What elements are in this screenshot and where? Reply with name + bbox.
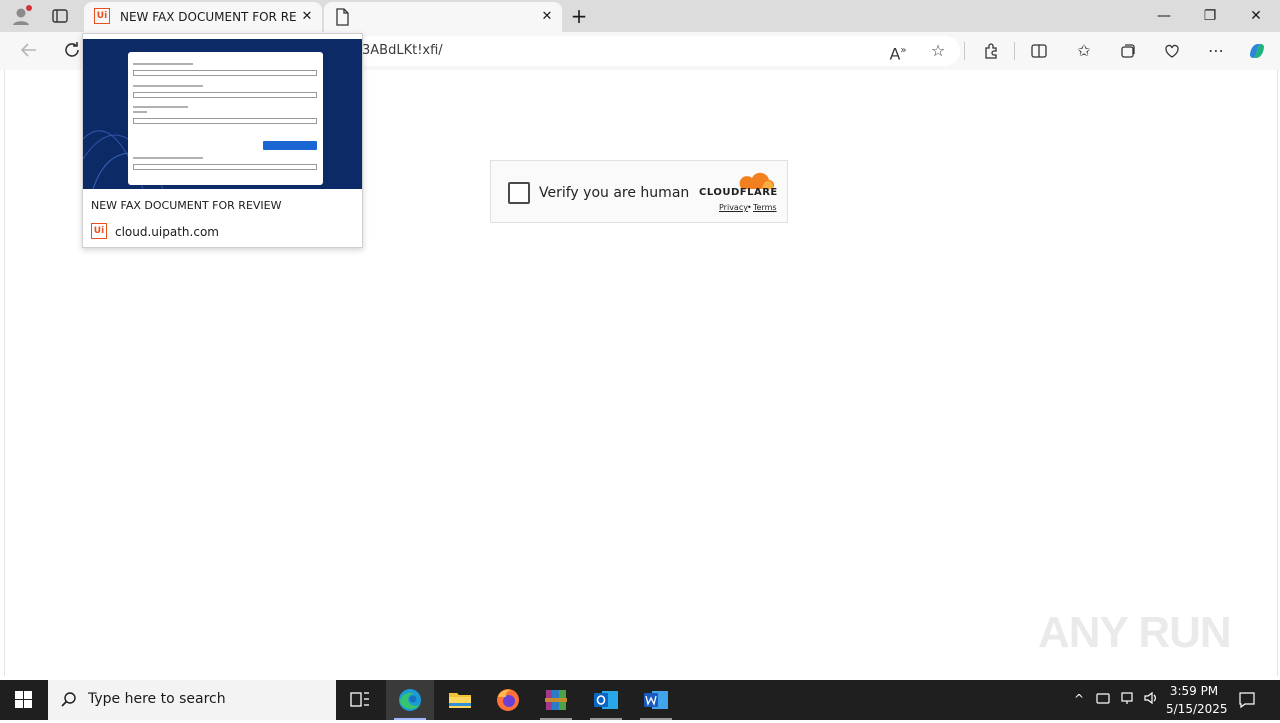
copilot-icon[interactable] [1245,39,1269,63]
hover-card-domain: cloud.uipath.com [115,225,219,239]
search-placeholder: Type here to search [88,691,226,707]
outlook-icon[interactable] [582,680,630,720]
tab-blank-page[interactable]: ✕ [324,2,562,32]
tab-close-icon[interactable]: ✕ [538,8,556,26]
verify-label: Verify you are human [539,185,690,201]
clock-time[interactable]: 3:59 PM [1166,683,1222,699]
restore-button[interactable]: ❐ [1187,0,1233,32]
back-arrow-icon[interactable] [16,37,42,63]
profile-icon[interactable] [10,5,32,27]
meet-now-icon[interactable] [1094,690,1112,708]
word-icon[interactable] [632,680,680,720]
file-explorer-icon[interactable] [436,680,484,720]
uipath-favicon-icon: Ui [94,8,110,24]
toolbar-divider [964,42,965,60]
link-separator: • [747,203,752,212]
minimize-button[interactable]: — [1141,0,1187,32]
start-button[interactable] [0,680,48,720]
privacy-link[interactable]: Privacy [719,203,748,212]
toolbar-divider [1014,42,1015,60]
windows-taskbar: Type here to search ^ 3:59 PM 5/15/2025 [0,680,1280,720]
url-text: 3ABdLKt!xfi/ [362,43,443,58]
tab-close-icon[interactable]: ✕ [298,8,316,26]
cloudflare-turnstile-widget: Verify you are human CLOUDFLARE Privacy … [490,160,788,223]
network-icon[interactable] [1118,690,1136,708]
browser-essentials-icon[interactable] [1158,37,1186,65]
cloudflare-brand: CLOUDFLARE [699,187,778,198]
tab-hover-card: NEW FAX DOCUMENT FOR REVIEW Ui cloud.uip… [82,33,363,248]
close-window-button[interactable]: ✕ [1233,0,1279,32]
new-tab-button[interactable]: + [566,3,592,29]
thumbnail-form [128,52,323,185]
hover-card-title: NEW FAX DOCUMENT FOR REVIEW [91,199,282,212]
uipath-favicon-icon: Ui [91,223,107,239]
tab-actions-icon[interactable] [50,6,70,26]
split-screen-icon[interactable] [1025,37,1053,65]
clock-date[interactable]: 5/15/2025 [1166,701,1228,717]
collections-icon[interactable] [1114,37,1142,65]
tab-strip: Ui NEW FAX DOCUMENT FOR REVIE ✕ ✕ + — ❐ … [0,0,1280,32]
notification-icon[interactable] [1238,691,1256,709]
verify-checkbox[interactable] [508,182,530,204]
more-menu-icon[interactable]: ⋯ [1202,37,1230,65]
page-icon [334,8,350,26]
read-aloud-icon[interactable]: A» [884,37,912,65]
tab-title: NEW FAX DOCUMENT FOR REVIE [120,10,296,24]
task-view-icon[interactable] [336,680,384,720]
anyrun-watermark: ANY RUN [1038,608,1232,657]
tab-fax-document[interactable]: Ui NEW FAX DOCUMENT FOR REVIE ✕ [84,2,322,32]
terms-link[interactable]: Terms [753,203,777,212]
winrar-icon[interactable] [532,680,580,720]
extensions-icon[interactable] [977,37,1005,65]
edge-taskbar-icon[interactable] [386,680,434,720]
favorite-star-icon[interactable]: ☆ [924,37,952,65]
firefox-icon[interactable] [484,680,532,720]
chevron-up-icon[interactable]: ^ [1070,690,1088,708]
taskbar-search-box[interactable]: Type here to search [48,680,336,720]
search-icon [60,691,78,709]
page-thumbnail [83,39,362,189]
favorites-icon[interactable]: ✩ [1070,37,1098,65]
volume-icon[interactable] [1142,690,1160,708]
